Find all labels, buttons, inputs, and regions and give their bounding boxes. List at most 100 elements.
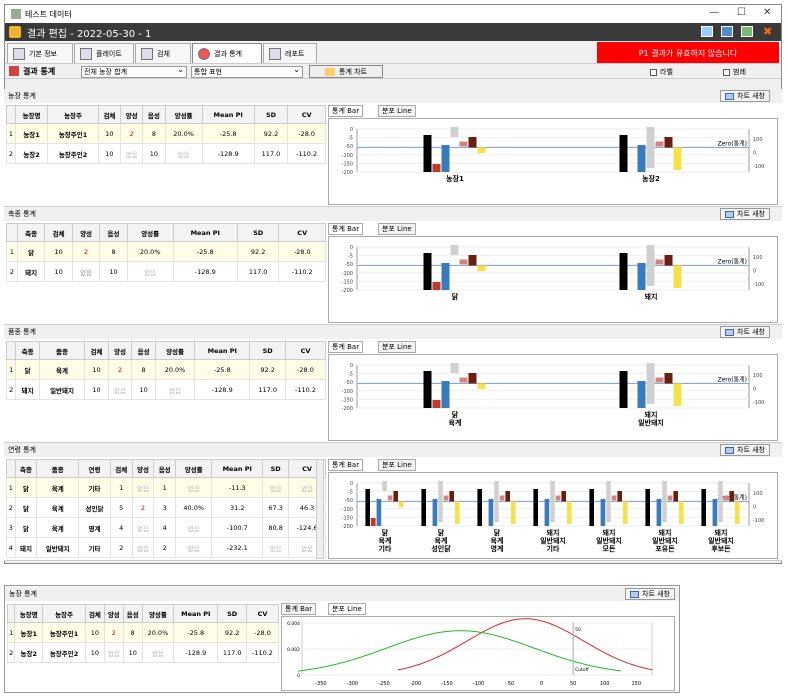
col-header[interactable]: CV — [284, 341, 327, 360]
group-select[interactable]: 전체 농장 합계 — [81, 65, 187, 78]
col-header[interactable]: 양성률 — [141, 604, 175, 623]
col-header[interactable]: 검체 — [84, 604, 105, 623]
col-header[interactable]: 검체 — [84, 341, 109, 360]
breed-new-window-button[interactable]: 차트 새창 — [720, 326, 770, 338]
stat-chart-button[interactable]: 통계 차트 — [309, 65, 383, 78]
row-number: 4 — [6, 537, 16, 558]
col-header[interactable]: 음성 — [153, 459, 177, 478]
bar-mark — [432, 164, 441, 172]
category-label: 일반돼지 — [638, 418, 664, 427]
table-cell: 돼지 — [16, 261, 46, 282]
col-header[interactable]: SD — [236, 223, 280, 242]
table-cell: 농장2 — [14, 143, 49, 164]
farm-new-window-button[interactable]: 차트 새창 — [720, 90, 770, 102]
col-header[interactable]: 축종 — [16, 223, 46, 242]
col-header[interactable]: 양성률 — [126, 223, 174, 242]
col-header[interactable]: 농장주 — [42, 604, 86, 623]
col-header[interactable]: Mean PI — [173, 604, 219, 623]
col-header[interactable]: CV — [278, 223, 326, 242]
age-table-scrollbar[interactable] — [316, 459, 324, 559]
col-header[interactable]: 양성률 — [164, 105, 203, 124]
bottom-new-window-button[interactable]: 차트 새창 — [625, 588, 675, 600]
col-header[interactable]: CV — [245, 604, 280, 623]
expression-select[interactable]: 통합 표현 — [191, 65, 303, 78]
col-header[interactable]: 양성 — [71, 223, 101, 242]
col-header[interactable]: 양성률 — [154, 341, 196, 360]
col-header[interactable]: SD — [249, 341, 286, 360]
bottom-tab-bar-chart[interactable]: 통계 Bar — [281, 603, 317, 615]
tab-basic-info[interactable]: 기본 정보 — [7, 43, 73, 63]
col-header[interactable]: SD — [253, 105, 289, 124]
col-header[interactable]: 농장명 — [14, 604, 44, 623]
table-row[interactable]: 2 돼지 10 없음 10 없음 -128.9 117.0 -110.2 — [6, 261, 326, 282]
tab-result-stats[interactable]: 결과 통계 — [192, 43, 262, 63]
table-row[interactable]: 2 농장2 농장주인2 10 없음 10 없음 -128.9 117.0 -110.2 — [6, 143, 326, 164]
col-header[interactable]: CV — [287, 105, 326, 124]
maximize-icon[interactable]: ☐ — [737, 7, 746, 18]
col-header[interactable]: 검체 — [97, 105, 122, 124]
legend-checkbox[interactable]: 범례 — [723, 67, 746, 77]
breed-tab-bar-chart[interactable]: 통계 Bar — [328, 341, 364, 353]
col-header[interactable]: 음성 — [99, 223, 128, 242]
close-icon[interactable]: ✕ — [763, 7, 771, 18]
save-icon[interactable] — [721, 26, 733, 37]
col-header[interactable]: 양성 — [131, 459, 155, 478]
window-restore-icon[interactable] — [701, 26, 713, 37]
col-header[interactable]: 검체 — [109, 459, 133, 478]
col-header[interactable]: 양성률 — [175, 459, 213, 478]
col-header[interactable]: 음성 — [142, 105, 166, 124]
breed-tab-line-chart[interactable]: 분포 Line — [378, 341, 416, 353]
table-row[interactable]: 2 닭 육계 성인닭 5 2 3 40.0% 31.2 67.3 46.3 — [6, 497, 326, 518]
tab-specimen[interactable]: 검체 — [135, 43, 191, 63]
col-header[interactable]: 품종 — [36, 459, 80, 478]
col-header[interactable]: SD — [217, 604, 247, 623]
table-row[interactable]: 2 농장2 농장주인2 10 없음 10 없음 -128.9 117.0 -110.2 — [6, 642, 280, 663]
category-label: 모돈 — [603, 545, 616, 553]
age-tab-bar-chart[interactable]: 통계 Bar — [328, 459, 364, 471]
table-row[interactable]: 1 농장1 농장주인1 10 2 8 20.0% -25.8 92.2 -28.0 — [6, 622, 280, 643]
table-row[interactable]: 2 돼지 일반돼지 10 없음 10 없음 -128.9 117.0 -110.2 — [5, 379, 327, 400]
farm-tab-line-chart[interactable]: 분포 Line — [378, 105, 416, 117]
table-row[interactable]: 1 닭 육계 10 2 8 20.0% -25.8 92.2 -28.0 — [5, 359, 327, 380]
col-header[interactable]: 음성 — [131, 341, 156, 360]
table-cell: 2 — [103, 622, 124, 643]
col-header[interactable]: 품종 — [38, 341, 86, 360]
col-header[interactable]: 농장명 — [14, 105, 49, 124]
col-header[interactable]: Mean PI — [172, 223, 238, 242]
col-header[interactable]: 연령 — [78, 459, 111, 478]
table-row[interactable]: 3 닭 육계 영계 4 없음 4 없음 -100.7 80.8 -124.6 — [6, 517, 326, 538]
table-cell: 2 — [109, 537, 133, 558]
tab-report[interactable]: 레포트 — [263, 43, 317, 63]
table-row[interactable]: 4 돼지 일반돼지 기타 2 없음 2 없음 -232.1 없음 없음 — [6, 537, 326, 558]
col-header[interactable]: Mean PI — [194, 341, 251, 360]
col-header[interactable]: 양성 — [107, 341, 133, 360]
table-row[interactable]: 1 농장1 농장주인1 10 2 8 20.0% -25.8 92.2 -28.0 — [6, 123, 326, 144]
table-row[interactable]: 1 닭 10 2 8 20.0% -25.8 92.2 -28.0 — [6, 241, 326, 262]
close-edit-icon[interactable]: ✖ — [763, 25, 772, 38]
col-header[interactable]: SD — [262, 459, 290, 478]
left-tick-label: 0 — [350, 245, 353, 251]
col-header[interactable]: 축종 — [15, 341, 40, 360]
export-icon[interactable] — [741, 26, 753, 37]
col-header[interactable]: 농장주 — [47, 105, 99, 124]
col-header[interactable]: 양성 — [120, 105, 144, 124]
table-row[interactable]: 1 닭 육계 기타 1 없음 1 없음 -11.3 없음 없음 — [6, 477, 326, 498]
species-tab-line-chart[interactable]: 분포 Line — [378, 223, 416, 235]
species-tab-bar-chart[interactable]: 통계 Bar — [328, 223, 364, 235]
age-new-window-button[interactable]: 차트 새창 — [720, 444, 770, 456]
label-checkbox[interactable]: 라벨 — [650, 67, 673, 77]
bottom-tab-line-chart[interactable]: 분포 Line — [328, 603, 366, 615]
age-tab-line-chart[interactable]: 분포 Line — [378, 459, 416, 471]
col-header[interactable]: 축종 — [14, 459, 38, 478]
species-new-window-button[interactable]: 차트 새창 — [720, 208, 770, 220]
col-header[interactable]: 양성 — [103, 604, 124, 623]
col-header[interactable]: Mean PI — [201, 105, 255, 124]
table-cell: -128.9 — [173, 642, 219, 663]
col-header[interactable]: 음성 — [122, 604, 143, 623]
table-cell: 2 — [153, 537, 177, 558]
tab-plate[interactable]: 플레이트 — [74, 43, 134, 63]
minimize-icon[interactable]: — — [709, 7, 719, 18]
col-header[interactable]: 검체 — [44, 223, 73, 242]
farm-tab-bar-chart[interactable]: 통계 Bar — [328, 105, 364, 117]
col-header[interactable]: Mean PI — [211, 459, 264, 478]
